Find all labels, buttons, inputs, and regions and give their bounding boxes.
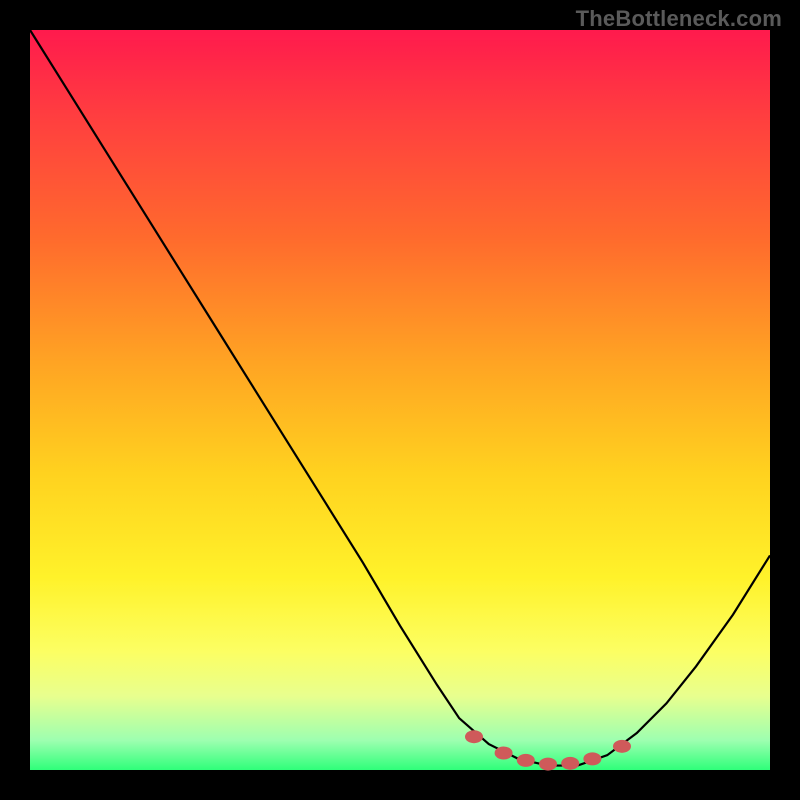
marker-dot	[539, 758, 557, 771]
bottleneck-curve-line	[30, 30, 770, 766]
marker-dot	[561, 757, 579, 770]
marker-dot	[583, 752, 601, 765]
marker-dot	[517, 754, 535, 767]
plot-area	[30, 30, 770, 770]
chart-svg	[30, 30, 770, 770]
watermark-text: TheBottleneck.com	[576, 6, 782, 32]
chart-frame: TheBottleneck.com	[0, 0, 800, 800]
marker-dot	[495, 746, 513, 759]
marker-dot	[613, 740, 631, 753]
marker-group	[465, 730, 631, 770]
marker-dot	[465, 730, 483, 743]
